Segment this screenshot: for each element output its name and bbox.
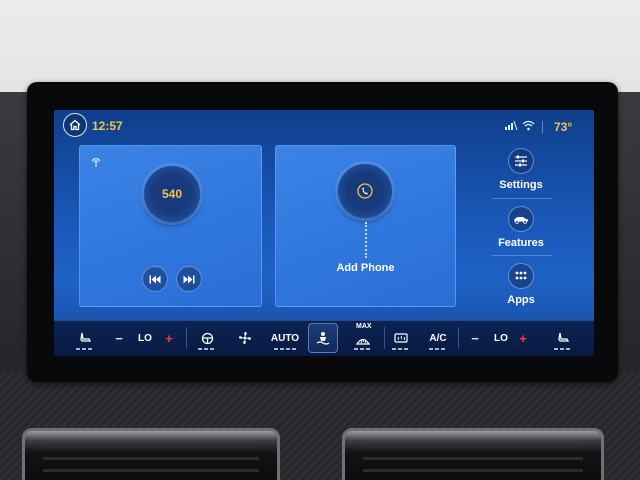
max-front-defrost-button[interactable]	[352, 333, 374, 350]
apps-label: Apps	[507, 294, 535, 306]
air-vent-left	[22, 428, 280, 480]
clock-time: 12:57	[92, 119, 123, 133]
max-defrost-label: MAX	[356, 323, 372, 330]
connector-line	[365, 222, 367, 258]
ac-button[interactable]: A/C	[426, 330, 450, 350]
auto-climate-button[interactable]: AUTO	[270, 330, 300, 350]
apps-button[interactable]: Apps	[486, 263, 556, 306]
rear-defrost-button[interactable]	[390, 330, 412, 350]
car-icon	[514, 216, 528, 224]
add-phone-button[interactable]	[338, 164, 392, 218]
phone-icon	[357, 183, 373, 199]
radio-signal-icon	[91, 157, 101, 167]
add-phone-label: Add Phone	[336, 262, 395, 274]
climate-center-button[interactable]	[308, 323, 338, 353]
skip-next-icon	[183, 275, 195, 283]
menu-divider	[492, 255, 552, 256]
fan-speed-button[interactable]	[234, 330, 256, 346]
outside-temperature: 73°	[554, 120, 573, 134]
driver-heated-seat-button[interactable]	[74, 330, 96, 350]
climate-divider	[186, 327, 187, 349]
background-wall	[0, 0, 640, 95]
driver-temp-value: LO	[138, 332, 152, 344]
rear-defrost-icon	[394, 332, 408, 343]
passenger-temp-down-button[interactable]: −	[468, 330, 482, 346]
menu-divider	[492, 198, 552, 199]
passenger-temp-value: LO	[494, 332, 508, 344]
climate-divider	[384, 327, 385, 349]
status-separator	[542, 121, 543, 133]
driver-temp-up-button[interactable]: +	[162, 330, 176, 346]
passenger-heated-seat-button[interactable]	[552, 330, 574, 350]
heated-steering-button[interactable]	[196, 330, 218, 350]
fan-icon	[239, 332, 251, 344]
heated-seat-icon	[558, 332, 569, 342]
air-vent-right	[342, 428, 604, 480]
radio-station-frequency: 540	[161, 187, 183, 201]
signal-icon	[505, 120, 518, 131]
radio-card[interactable]: 540	[79, 145, 262, 307]
climate-bar: − LO + AUTO MAX A/C − LO +	[54, 320, 594, 356]
ac-label: A/C	[429, 332, 447, 344]
settings-button[interactable]: Settings	[486, 148, 556, 191]
status-icons	[504, 120, 535, 131]
passenger-temp-up-button[interactable]: +	[516, 330, 530, 346]
features-label: Features	[498, 237, 544, 249]
home-button[interactable]	[63, 113, 87, 137]
home-icon	[69, 119, 81, 131]
wifi-icon	[522, 120, 535, 131]
settings-label: Settings	[499, 179, 543, 191]
auto-label: AUTO	[270, 332, 300, 344]
heated-seat-icon	[80, 332, 91, 342]
climate-divider	[458, 327, 459, 349]
driver-temp-down-button[interactable]: −	[112, 330, 126, 346]
phone-card[interactable]: Add Phone	[275, 145, 456, 307]
grid-icon	[515, 271, 527, 280]
previous-station-button[interactable]	[142, 266, 168, 292]
front-defrost-icon	[356, 338, 370, 345]
next-station-button[interactable]	[176, 266, 202, 292]
skip-previous-icon	[149, 275, 161, 283]
features-button[interactable]: Features	[486, 206, 556, 249]
heated-steering-icon	[201, 332, 213, 344]
radio-station-dial[interactable]: 540	[144, 166, 200, 222]
infotainment-screen: 12:57 73° 540 Add Phone Settings Feature…	[54, 110, 594, 356]
sliders-icon	[515, 155, 527, 167]
climate-icon	[316, 332, 330, 345]
